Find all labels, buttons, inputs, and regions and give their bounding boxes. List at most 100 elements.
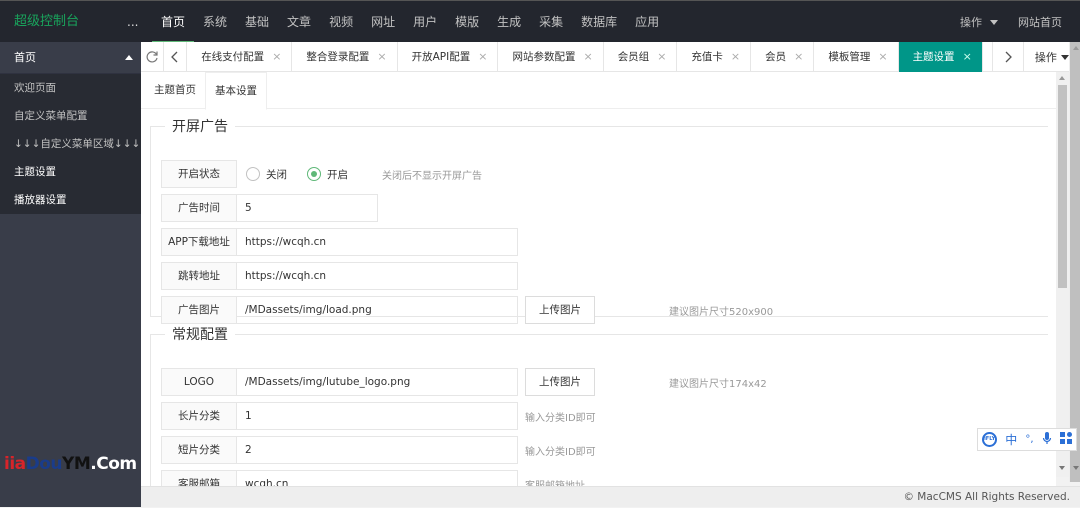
chevron-right-icon (1005, 51, 1012, 63)
close-icon[interactable]: × (657, 50, 666, 63)
section-title: 开屏广告 (172, 119, 228, 135)
section-title: 常规配置 (172, 327, 228, 343)
upload-ad-image-button[interactable]: 上传图片 (525, 296, 595, 324)
field-hint: 建议图片尺寸520x900 (669, 306, 774, 318)
nav-user[interactable]: 用户 (404, 1, 446, 43)
sidebar-item-custom-area[interactable]: ↓↓↓自定义菜单区域↓↓↓ (0, 130, 141, 158)
refresh-button[interactable] (141, 42, 165, 72)
tabs-prev-button[interactable] (164, 42, 188, 72)
tab-site-params[interactable]: 网站参数配置 × (498, 42, 604, 72)
scroll-up-icon[interactable] (1073, 46, 1079, 50)
form-row-ad-image: 广告图片 /MDassets/img/load.png 上传图片 建议图片尺寸5… (161, 296, 773, 324)
sub-tabs: 主题首页 基本设置 (141, 72, 1056, 110)
site-home-link[interactable]: 网站首页 (1018, 14, 1062, 30)
close-icon[interactable]: × (478, 50, 487, 63)
scroll-down-icon[interactable] (1073, 466, 1079, 470)
subtab-theme-home[interactable]: 主题首页 (145, 72, 205, 108)
short-category-input[interactable]: 2 (237, 436, 518, 464)
tabs-next-button[interactable] (993, 42, 1024, 72)
close-icon[interactable]: × (377, 50, 386, 63)
operate-dropdown[interactable]: 操作 (960, 14, 998, 30)
content-scrollbar[interactable] (1056, 72, 1069, 477)
nav-url[interactable]: 网址 (362, 1, 404, 43)
sidebar-item-custom-menu[interactable]: 自定义菜单配置 (0, 102, 141, 130)
close-icon[interactable]: × (583, 50, 592, 63)
splash-ad-section: 开屏广告 开启状态 关闭 开启 关闭后不显示开屏广告 广告时间 5 APP下载地… (150, 116, 1048, 324)
more-menu-button[interactable]: ... (127, 1, 138, 43)
field-label: 长片分类 (161, 402, 237, 430)
ime-chinese-mode-toggle[interactable]: 中 (1005, 431, 1017, 448)
scrollbar-thumb[interactable] (1058, 85, 1067, 288)
close-icon[interactable]: × (963, 50, 972, 63)
form-row-logo: LOGO /MDassets/img/lutube_logo.png 上传图片 … (161, 368, 767, 396)
app-download-url-input[interactable]: https://wcqh.cn (237, 228, 518, 256)
grid-apps-icon[interactable] (1059, 432, 1072, 447)
nav-video[interactable]: 视频 (320, 1, 362, 43)
tab-theme-settings[interactable]: 主题设置 × (898, 42, 983, 72)
jump-url-input[interactable]: https://wcqh.cn (237, 262, 518, 290)
close-icon[interactable]: × (731, 50, 740, 63)
ime-logo-icon[interactable]: iFLY (982, 432, 998, 447)
sidebar-item-player-settings[interactable]: 播放器设置 (0, 186, 141, 214)
tab-member-group[interactable]: 会员组 × (604, 42, 678, 72)
subtab-basic-settings[interactable]: 基本设置 (205, 72, 267, 110)
refresh-icon (146, 51, 158, 63)
radio-off[interactable]: 关闭 (246, 167, 287, 182)
sidebar-item-welcome[interactable]: 欢迎页面 (0, 74, 141, 102)
page-tabbar: 在线支付配置 × 整合登录配置 × 开放API配置 × 网站参数配置 × 会员组 × 充值… (141, 42, 1080, 72)
app-title: 超级控制台 (14, 14, 80, 29)
upload-logo-button[interactable]: 上传图片 (525, 368, 595, 396)
top-navbar: 超级控制台 ... 首页 系统 基础 文章 视频 网址 用户 模版 生成 采集 … (0, 0, 1080, 44)
nav-database[interactable]: 数据库 (572, 1, 626, 43)
tab-member[interactable]: 会员 × (751, 42, 815, 72)
service-email-input[interactable]: wcqh.cn (237, 470, 518, 486)
nav-collect[interactable]: 采集 (530, 1, 572, 43)
field-label: 开启状态 (161, 160, 237, 188)
sidebar-list: 欢迎页面 自定义菜单配置 ↓↓↓自定义菜单区域↓↓↓ 主题设置 播放器设置 (0, 74, 141, 214)
ime-toolbar: iFLY 中 °, (977, 428, 1077, 451)
long-category-input[interactable]: 1 (237, 402, 518, 430)
ime-punctuation-icon[interactable]: °, (1025, 434, 1033, 445)
nav-basic[interactable]: 基础 (236, 1, 278, 43)
field-label: 广告时间 (161, 194, 237, 222)
nav-system[interactable]: 系统 (194, 1, 236, 43)
ad-image-input[interactable]: /MDassets/img/load.png (237, 296, 518, 324)
nav-generate[interactable]: 生成 (488, 1, 530, 43)
tab-recharge-card[interactable]: 充值卡 × (677, 42, 752, 72)
nav-article[interactable]: 文章 (278, 1, 320, 43)
close-icon[interactable]: × (272, 50, 281, 63)
page-scrollbar[interactable] (1069, 42, 1080, 482)
form-row-short-category: 短片分类 2 输入分类ID即可 (161, 436, 596, 464)
close-icon[interactable]: × (794, 50, 803, 63)
top-nav: 首页 系统 基础 文章 视频 网址 用户 模版 生成 采集 数据库 应用 (152, 1, 668, 44)
tab-login-integration[interactable]: 整合登录配置 × (292, 42, 398, 72)
sidebar-item-theme-settings[interactable]: 主题设置 (0, 158, 141, 186)
scroll-up-icon[interactable] (1059, 76, 1065, 80)
field-label: 客服邮箱 (161, 470, 237, 486)
caret-up-icon (125, 55, 133, 60)
field-label: APP下载地址 (161, 228, 237, 256)
sidebar-group-home[interactable]: 首页 (0, 42, 141, 74)
sidebar-group-label: 首页 (14, 51, 36, 64)
microphone-icon[interactable] (1042, 431, 1052, 448)
ad-duration-input[interactable]: 5 (237, 194, 378, 222)
tab-template-manage[interactable]: 模板管理 × (814, 42, 899, 72)
footer: © MacCMS All Rights Reserved. (141, 486, 1080, 507)
nav-apps[interactable]: 应用 (626, 1, 668, 43)
tab-online-payment[interactable]: 在线支付配置 × (187, 42, 293, 72)
close-icon[interactable]: × (878, 50, 887, 63)
field-hint: 建议图片尺寸174x42 (669, 378, 767, 390)
form-row-long-category: 长片分类 1 输入分类ID即可 (161, 402, 596, 430)
field-hint: 客服邮箱地址 (525, 480, 585, 487)
scroll-down-icon[interactable] (1059, 466, 1065, 470)
field-hint: 输入分类ID即可 (525, 446, 596, 458)
tab-open-api[interactable]: 开放API配置 × (398, 42, 499, 72)
nav-template[interactable]: 模版 (446, 1, 488, 43)
radio-on[interactable]: 开启 (307, 167, 348, 182)
logo-path-input[interactable]: /MDassets/img/lutube_logo.png (237, 368, 518, 396)
field-hint: 输入分类ID即可 (525, 412, 596, 424)
form-row-status: 开启状态 关闭 开启 关闭后不显示开屏广告 (161, 160, 482, 188)
nav-home[interactable]: 首页 (152, 1, 195, 44)
tab-spacer (983, 42, 994, 71)
field-label: LOGO (161, 368, 237, 396)
